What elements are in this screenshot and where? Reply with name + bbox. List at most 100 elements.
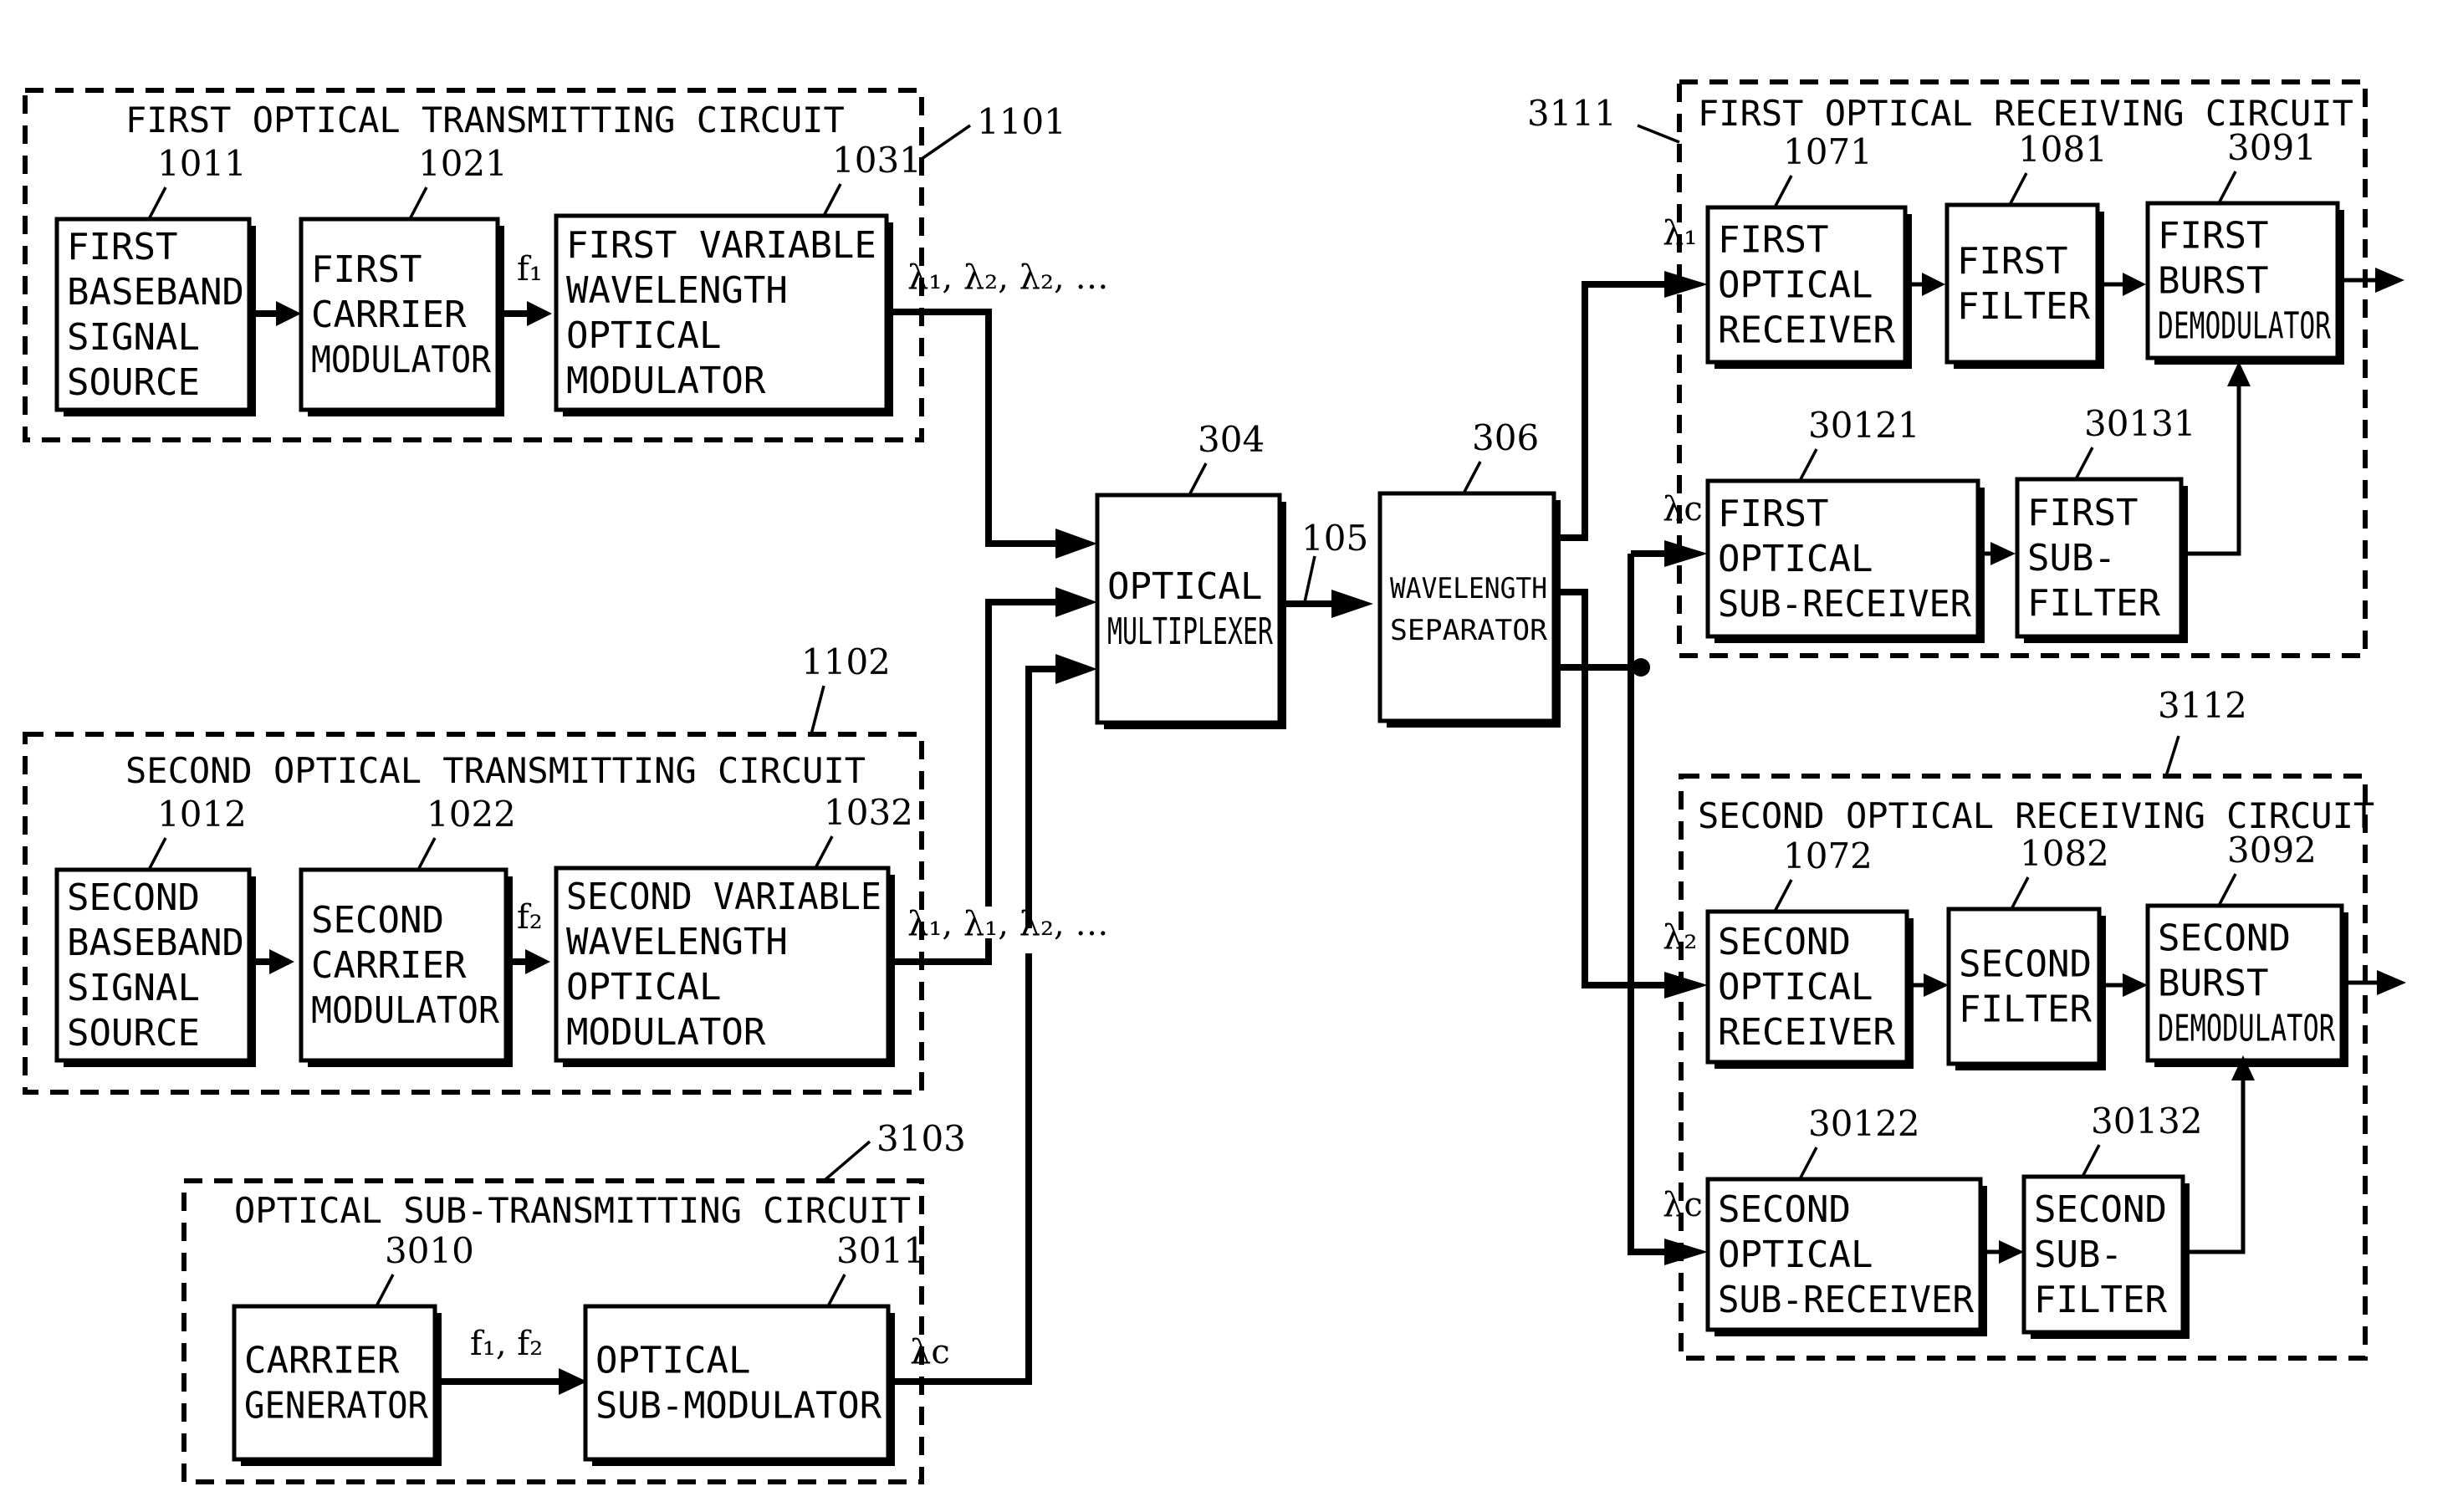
ref-label: 1011 [157, 143, 247, 184]
leader-line [822, 183, 842, 217]
block-label-line: MODULATOR [566, 1011, 766, 1054]
block-frame [1095, 493, 1282, 725]
block-label-line: FILTER [2034, 1279, 2167, 1321]
arrow-right-icon [1055, 587, 1097, 617]
block-label-line: OPTICAL [1718, 1234, 1873, 1276]
ref-label: 30131 [2084, 403, 2196, 444]
block-304: OPTICALMULTIPLEXER 304 [1095, 419, 1286, 729]
ref-label: 1021 [418, 143, 508, 184]
block-label-line: MODULATOR [311, 989, 499, 1032]
block-1022: SECONDCARRIERMODULATOR 1022 [299, 794, 516, 1067]
ref-label: 30122 [1808, 1103, 1920, 1144]
signal-label-f1: f₁ [517, 250, 543, 289]
ref-label: 1012 [157, 794, 247, 835]
block-diagram: FIRST OPTICAL TRANSMITTING CIRCUIT 1101 … [23, 79, 2406, 1484]
block-label-line: DEMODULATOR [2158, 1008, 2335, 1050]
leader-line [2217, 873, 2237, 907]
arrow-right-icon [2123, 273, 2146, 296]
block-1072: SECONDOPTICALRECEIVER 1072 [1705, 835, 1914, 1069]
block-1012: SECONDBASEBANDSIGNALSOURCE 1012 [54, 794, 256, 1067]
arrow-right-icon [527, 301, 552, 326]
block-label-line: OPTICAL [1718, 966, 1873, 1009]
leader-line [2217, 171, 2237, 204]
signal-label-lambdac-1: λc [1663, 490, 1703, 529]
block-label-line: GENERATOR [244, 1385, 428, 1428]
block-3091: FIRSTBURSTDEMODULATOR 3091 [2145, 127, 2344, 365]
signal-label-tx1-out: λ₁, λ₂, λ₂, … [907, 258, 1108, 297]
block-label-line: SECOND [311, 899, 444, 942]
block-1032: SECOND VARIABLEWAVELENGTHOPTICALMODULATO… [554, 792, 913, 1067]
block-label-line: DEMODULATOR [2158, 305, 2331, 348]
block-label-line: FIRST [311, 248, 422, 291]
arrow-right-icon [1055, 654, 1097, 684]
block-label-line: FIRST [1718, 219, 1828, 262]
block-label-line: OPTICAL [595, 1340, 750, 1382]
arrow-right-icon [1331, 590, 1373, 618]
ref-label: 3092 [2227, 830, 2317, 871]
block-label-line: FIRST [2158, 215, 2268, 258]
ref-label: 1032 [824, 792, 913, 833]
block-label-line: CARRIER [244, 1340, 400, 1382]
ref-label: 3111 [1527, 93, 1617, 134]
block-label-line: SECOND [67, 876, 200, 919]
link-ref-label: 105 [1301, 518, 1368, 559]
ref-label: 1072 [1783, 835, 1873, 876]
signal-label-sub-out: λc [910, 1333, 950, 1372]
block-label-line: SUB- [2027, 537, 2116, 580]
block-label-line: MODULATOR [311, 339, 491, 381]
arrow-up-icon [2227, 361, 2251, 386]
block-label-line: SECOND [2158, 917, 2291, 960]
block-label-line: SECOND [1718, 921, 1851, 963]
block-1011: FIRSTBASEBANDSIGNALSOURCE 1011 [54, 143, 256, 416]
arrow-right-icon [1664, 271, 1708, 298]
leader-line [147, 837, 167, 871]
block-label-line: SOURCE [67, 361, 200, 404]
block-1071: FIRSTOPTICALRECEIVER 1071 [1705, 131, 1912, 369]
arrow-right-icon [2123, 973, 2148, 997]
block-1021: FIRSTCARRIERMODULATOR 1021 [299, 143, 508, 416]
block-3092: SECONDBURSTDEMODULATOR 3092 [2145, 830, 2348, 1067]
block-label-line: RECEIVER [1718, 1011, 1895, 1054]
leader-line [1798, 1147, 1818, 1180]
arrow-right-icon [1924, 973, 1949, 997]
leader-line [416, 837, 437, 871]
block-label-line: OPTICAL [566, 314, 721, 357]
ref-label: 3010 [385, 1230, 474, 1271]
leader-line [408, 186, 428, 220]
block-label-line: FILTER [1957, 285, 2090, 328]
signal-label-f2: f₂ [517, 898, 543, 937]
leader-line [1798, 448, 1818, 482]
ref-label: 1101 [977, 101, 1066, 142]
block-label-line: WAVELENGTH [1390, 572, 1547, 605]
block-1031: FIRST VARIABLEWAVELENGTHOPTICALMODULATOR… [554, 140, 922, 416]
ref-label: 306 [1472, 417, 1539, 458]
block-label-line: FILTER [1959, 988, 2092, 1031]
block-30131: FIRSTSUB-FILTER 30131 [2015, 403, 2196, 643]
ref-label: 304 [1198, 419, 1265, 460]
arrow-right-icon [276, 301, 301, 326]
leader-line [147, 186, 167, 220]
block-label-line: BURST [2158, 260, 2268, 303]
block-label-line: FILTER [2027, 582, 2160, 625]
ref-label: 3091 [2227, 127, 2317, 168]
block-frame [232, 1304, 437, 1462]
block-label-line: SECOND VARIABLE [566, 876, 882, 918]
leader-line [1773, 879, 1793, 912]
signal-label-f1-f2: f₁, f₂ [470, 1325, 543, 1363]
block-label-line: WAVELENGTH [566, 269, 788, 312]
block-3010: CARRIERGENERATOR 3010 [232, 1230, 474, 1466]
leader-line [1773, 175, 1793, 208]
ref-label: 1082 [2020, 833, 2109, 874]
arrow-right-icon [1999, 1240, 2024, 1264]
arrow-right-icon [1055, 529, 1097, 559]
block-30121: FIRSTOPTICALSUB-RECEIVER 30121 [1705, 405, 1985, 643]
block-label-line: SECOND [1959, 943, 2092, 986]
arrow-right-icon [269, 949, 294, 974]
ref-label: 1071 [1783, 131, 1873, 172]
circuit-title: SECOND OPTICAL TRANSMITTING CIRCUIT [125, 750, 866, 791]
ref-label: 1031 [832, 140, 922, 181]
arrow-right-icon [1664, 540, 1708, 567]
block-30122: SECONDOPTICALSUB-RECEIVER 30122 [1705, 1103, 1987, 1336]
arrow-right-icon [1922, 273, 1945, 296]
block-label-line: FIRST [1718, 493, 1828, 535]
